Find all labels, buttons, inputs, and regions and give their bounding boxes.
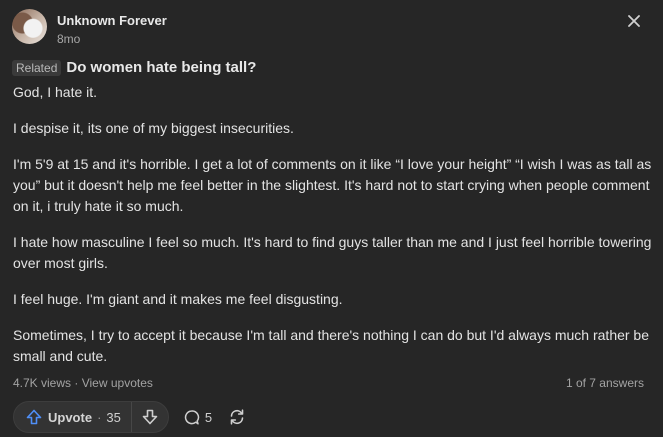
answer-body: God, I hate it. I despise it, its one of… [13, 82, 653, 382]
upvote-dot: · [97, 409, 102, 425]
upvote-button[interactable]: Upvote · 35 [14, 402, 131, 432]
view-upvotes-link[interactable]: View upvotes [82, 376, 153, 390]
downvote-arrow-icon [142, 409, 158, 425]
post-time[interactable]: 8mo [57, 32, 80, 46]
answer-paragraph: God, I hate it. [13, 84, 98, 100]
vote-pill: Upvote · 35 [13, 401, 169, 433]
close-button[interactable] [624, 11, 644, 31]
upvote-label: Upvote [48, 409, 93, 425]
upvote-arrow-icon [26, 409, 42, 425]
comment-button[interactable]: 5 [183, 409, 212, 426]
meta-separator: · [74, 376, 79, 390]
answer-stats: 4.7K views · View upvotes [13, 376, 153, 390]
question-title[interactable]: Do women hate being tall? [66, 59, 256, 76]
comment-bubble-icon [184, 409, 200, 425]
view-count: 4.7K views [13, 376, 72, 390]
answer-paragraph: I hate how masculine I feel so much. It'… [13, 234, 652, 271]
answer-paragraph: I despise it, its one of my biggest inse… [13, 120, 294, 136]
answer-position[interactable]: 1 of 7 answers [566, 376, 644, 390]
avatar[interactable] [12, 9, 47, 44]
author-name[interactable]: Unknown Forever [57, 13, 167, 28]
downvote-button[interactable] [132, 402, 168, 432]
answer-header: Unknown Forever 8mo [12, 9, 652, 49]
answer-paragraph: I feel huge. I'm giant and it makes me f… [13, 291, 343, 307]
answer-paragraph: Sometimes, I try to accept it because I'… [13, 327, 650, 364]
share-icon [230, 409, 244, 425]
action-bar: Upvote · 35 5 [13, 401, 246, 433]
related-badge: Related [12, 59, 62, 76]
comment-count: 5 [204, 409, 213, 425]
close-icon [628, 15, 640, 27]
upvote-count: 35 [106, 409, 121, 425]
answer-paragraph: I'm 5'9 at 15 and it's horrible. I get a… [13, 156, 652, 214]
related-question: Related Do women hate being tall? [12, 59, 256, 76]
share-button[interactable] [228, 408, 246, 426]
